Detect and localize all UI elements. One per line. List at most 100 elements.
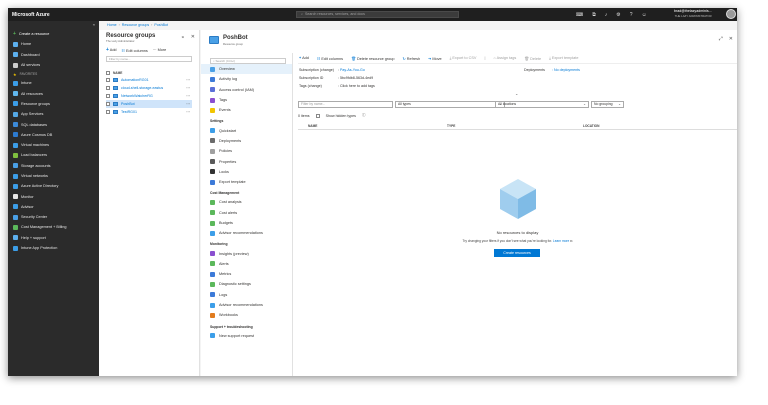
locations-dropdown[interactable]: All locations ⌄ — [495, 101, 589, 108]
nav-advisor[interactable]: Advisor — [8, 202, 99, 212]
menu-item-new-support-request[interactable]: New support request — [201, 331, 292, 341]
nav-storage-accounts[interactable]: Storage accounts — [8, 161, 99, 171]
refresh-button[interactable]: ↻ Refresh — [403, 56, 421, 61]
nav-monitor[interactable]: Monitor — [8, 191, 99, 201]
settings-gear-icon[interactable]: ⚙ — [616, 12, 620, 18]
nav-sql-databases[interactable]: SQL databases — [8, 119, 99, 129]
nav-load-balancers[interactable]: Load balancers — [8, 150, 99, 160]
nav-cost-management-billing[interactable]: Cost Management + Billing — [8, 222, 99, 232]
menu-item-events[interactable]: Events — [201, 105, 292, 115]
row-more-icon[interactable]: ··· — [186, 78, 190, 82]
grouping-dropdown[interactable]: No grouping ⌄ — [591, 101, 624, 108]
rg-row-name[interactable]: PoshBot — [121, 102, 135, 106]
row-more-icon[interactable]: ··· — [186, 102, 190, 106]
nav-intune[interactable]: Intune — [8, 78, 99, 88]
menu-item-export-template[interactable]: Export template — [201, 177, 292, 187]
nav-help-support[interactable]: Help + support — [8, 233, 99, 243]
menu-item-access-control-iam[interactable]: Access control (IAM) — [201, 85, 292, 95]
rg-row[interactable]: TestRG01 ··· — [106, 108, 192, 116]
menu-item-advisor-recommendations[interactable]: Advisor recommendations — [201, 300, 292, 310]
nav-home[interactable]: Home — [8, 39, 99, 49]
tags-value[interactable]: : Click here to add tags — [338, 84, 375, 88]
breadcrumb-poshbot[interactable]: PoshBot — [154, 23, 168, 27]
row-more-icon[interactable]: ··· — [186, 110, 190, 114]
rg-filter-input[interactable]: Filter by name... — [106, 56, 192, 62]
tags-label[interactable]: Tags (change) — [299, 84, 322, 88]
row-checkbox[interactable] — [106, 110, 110, 114]
menu-item-alerts[interactable]: Alerts — [201, 259, 292, 269]
rg-row-name[interactable]: TestRG01 — [121, 110, 137, 114]
nav-dashboard[interactable]: Dashboard — [8, 50, 99, 60]
edit-columns-button[interactable]: ☷ Edit columns — [317, 56, 343, 61]
show-hidden-label[interactable]: Show hidden types — [326, 114, 356, 118]
subscription-link[interactable]: Pay-As-You-Go — [340, 68, 365, 72]
subscription-label[interactable]: Subscription (change) — [299, 68, 334, 72]
nav-azure-active-directory[interactable]: Azure Active Directory — [8, 181, 99, 191]
nav-create-resource[interactable]: + Create a resource — [8, 29, 99, 39]
rg-row-name[interactable]: cloud-shell-storage-eastus — [121, 86, 163, 90]
menu-item-locks[interactable]: Locks — [201, 167, 292, 177]
nav-all-resources[interactable]: All resources — [8, 88, 99, 98]
notifications-bell-icon[interactable]: ♪ — [605, 12, 608, 18]
menu-item-insights-preview[interactable]: Insights (preview) — [201, 248, 292, 258]
menu-item-cost-alerts[interactable]: Cost alerts — [201, 208, 292, 218]
rg-row-name[interactable]: NetworkWatcherRG — [121, 94, 153, 98]
col-type[interactable]: TYPE — [447, 124, 455, 128]
row-more-icon[interactable]: ··· — [186, 94, 190, 98]
breadcrumb-home[interactable]: Home — [107, 23, 117, 27]
assign-tags-button[interactable]: ⌂ Assign tags — [493, 56, 516, 60]
add-button[interactable]: + Add — [299, 56, 309, 60]
rg-row[interactable]: cloud-shell-storage-eastus ··· — [106, 84, 192, 92]
menu-item-logs[interactable]: Logs — [201, 290, 292, 300]
col-name[interactable]: NAME — [308, 124, 317, 128]
avatar[interactable] — [726, 9, 736, 19]
menu-item-quickstart[interactable]: Quickstart — [201, 125, 292, 135]
menu-item-workbooks[interactable]: Workbooks — [201, 310, 292, 320]
rg-row[interactable]: NetworkWatcherRG ··· — [106, 92, 192, 100]
menu-item-activity-log[interactable]: Activity log — [201, 74, 292, 84]
move-button[interactable]: ➔ Move — [428, 56, 442, 61]
types-dropdown[interactable]: All types ⌄ — [395, 101, 505, 108]
rg-row[interactable]: AutomationRG01 ··· — [106, 76, 192, 84]
nav-intune-app-protection[interactable]: Intune App Protection — [8, 243, 99, 253]
chevron-down-icon[interactable]: ⌄ — [515, 91, 518, 96]
menu-item-deployments[interactable]: Deployments — [201, 136, 292, 146]
user-account[interactable]: brad@thelazyadminis... THE LAZY ADMINIST… — [674, 9, 712, 18]
directory-filter-icon[interactable]: ⧉ — [592, 12, 596, 18]
maximize-icon[interactable]: ⤢ — [719, 36, 723, 42]
menu-item-overview[interactable]: Overview — [201, 64, 292, 75]
menu-item-diagnostic-settings[interactable]: Diagnostic settings — [201, 279, 292, 289]
menu-item-properties[interactable]: Properties — [201, 156, 292, 166]
global-search-input[interactable]: ⌕ Search resources, services, and docs — [296, 11, 459, 18]
show-hidden-checkbox[interactable] — [315, 113, 320, 118]
edit-columns-button[interactable]: ☷ Edit columns — [122, 48, 148, 53]
select-all-checkbox[interactable] — [106, 71, 110, 75]
learn-more-link[interactable]: Learn more — [553, 239, 569, 243]
export-csv-button[interactable]: ⤓ Export to CSV — [450, 56, 477, 60]
row-checkbox[interactable] — [106, 78, 110, 82]
nav-virtual-networks[interactable]: Virtual networks — [8, 171, 99, 181]
nav-app-services[interactable]: App Services — [8, 109, 99, 119]
more-button[interactable]: ··· More — [153, 48, 167, 52]
menu-item-metrics[interactable]: Metrics — [201, 269, 292, 279]
feedback-smiley-icon[interactable]: ☺ — [642, 12, 647, 18]
nav-all-services[interactable]: All services — [8, 60, 99, 70]
info-icon[interactable]: ⓘ — [362, 113, 366, 118]
menu-item-tags[interactable]: Tags — [201, 95, 292, 105]
help-icon[interactable]: ? — [630, 12, 633, 18]
cloud-shell-icon[interactable]: ⌨ — [576, 12, 583, 18]
close-icon[interactable]: ✕ — [191, 34, 195, 40]
menu-item-advisor-recommendations[interactable]: Advisor recommendations — [201, 228, 292, 238]
rg-row[interactable]: PoshBot ··· — [106, 100, 192, 108]
nav-security-center[interactable]: Security Center — [8, 212, 99, 222]
menu-item-cost-analysis[interactable]: Cost analysis — [201, 197, 292, 207]
deployments-value[interactable]: : No deployments — [552, 68, 580, 72]
nav-resource-groups[interactable]: Resource groups — [8, 99, 99, 109]
rg-row-name[interactable]: AutomationRG01 — [121, 78, 149, 82]
create-resources-button[interactable]: Create resources — [494, 249, 540, 257]
delete-button[interactable]: 🗑 Delete — [524, 56, 541, 61]
col-location[interactable]: LOCATION — [583, 124, 599, 128]
collapse-nav-icon[interactable]: « — [8, 21, 99, 29]
close-icon[interactable]: ✕ — [729, 36, 733, 42]
brand-title[interactable]: Microsoft Azure — [8, 12, 128, 18]
